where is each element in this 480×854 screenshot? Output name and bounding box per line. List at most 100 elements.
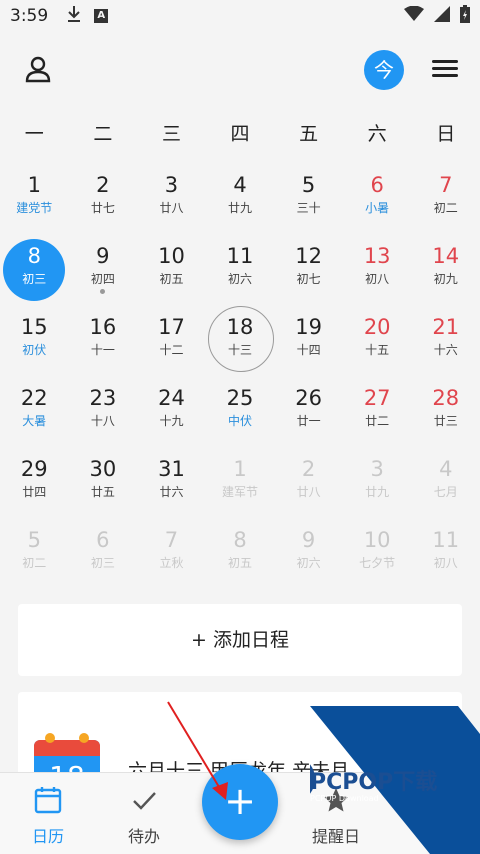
calendar-day-cell[interactable]: 4 廿九 <box>206 168 275 239</box>
calendar-day-cell[interactable]: 19 十四 <box>274 310 343 381</box>
download-icon <box>66 5 82 27</box>
lunar-label: 十九 <box>159 414 184 428</box>
lunar-label: 小暑 <box>365 201 390 215</box>
lunar-label: 初八 <box>365 272 390 286</box>
event-dot-icon <box>100 289 106 294</box>
lunar-label: 大暑 <box>22 414 47 428</box>
day-number: 31 <box>158 457 185 481</box>
calendar-day-cell[interactable]: 12 初七 <box>274 239 343 310</box>
lunar-label: 廿三 <box>433 414 458 428</box>
calendar-day-cell[interactable]: 28 廿三 <box>411 381 480 452</box>
calendar-day-cell[interactable]: 7 立秋 <box>137 523 206 594</box>
calendar-day-cell[interactable]: 29 廿四 <box>0 452 69 523</box>
nav-todo[interactable]: 待办 <box>104 785 184 847</box>
calendar-day-cell[interactable]: 18 十三 <box>206 306 275 381</box>
lunar-label: 廿九 <box>365 485 390 499</box>
nav-tools[interactable]: 工 <box>400 785 480 847</box>
lunar-label: 初三 <box>22 272 47 286</box>
calendar-day-cell[interactable]: 14 初九 <box>411 239 480 310</box>
calendar-day-cell[interactable]: 16 十一 <box>69 310 138 381</box>
lunar-label: 立秋 <box>159 556 184 570</box>
add-fab-button[interactable]: + <box>202 764 278 840</box>
calendar-day-cell[interactable]: 15 初伏 <box>0 310 69 381</box>
lunar-label: 十三 <box>228 343 253 357</box>
calendar-day-cell[interactable]: 5 三十 <box>274 168 343 239</box>
calendar-day-cell[interactable]: 11 初八 <box>411 523 480 594</box>
day-number: 7 <box>439 173 453 197</box>
battery-icon <box>460 5 470 27</box>
calendar-day-cell[interactable]: 21 十六 <box>411 310 480 381</box>
day-number: 8 <box>27 244 41 268</box>
calendar-day-cell[interactable]: 8 初三 <box>0 239 69 310</box>
day-number: 24 <box>158 386 185 410</box>
lunar-label: 初八 <box>433 556 458 570</box>
day-number: 20 <box>363 315 391 339</box>
calendar-day-cell[interactable]: 7 初二 <box>411 168 480 239</box>
day-number: 1 <box>27 173 41 197</box>
calendar-day-cell[interactable]: 6 初三 <box>69 523 138 594</box>
calendar-day-cell[interactable]: 10 七夕节 <box>343 523 412 594</box>
nav-reminder[interactable]: 提醒日 <box>296 785 376 847</box>
calendar-day-cell[interactable]: 31 廿六 <box>137 452 206 523</box>
nav-calendar-label: 日历 <box>31 827 64 846</box>
status-bar: 3:59 A <box>0 0 480 32</box>
calendar-day-cell[interactable]: 6 小暑 <box>343 168 412 239</box>
signal-icon <box>434 6 450 26</box>
calendar-day-cell[interactable]: 26 廿一 <box>274 381 343 452</box>
nav-tools-label: 工 <box>431 827 448 846</box>
calendar-day-cell[interactable]: 9 初四 <box>69 239 138 310</box>
calendar-grid: 1 建党节 2 廿七 3 廿八 4 廿九 5 三十 6 小暑 7 初二 8 初三 9 初四 10 初五 11 初六 12 初七… <box>0 168 480 594</box>
day-number: 3 <box>164 173 179 197</box>
lunar-label: 廿二 <box>365 414 390 428</box>
calendar-day-cell[interactable]: 11 初六 <box>206 239 275 310</box>
nav-calendar[interactable]: 日历 <box>8 785 88 847</box>
calendar-day-cell[interactable]: 10 初五 <box>137 239 206 310</box>
calendar-icon <box>34 787 62 814</box>
calendar-day-cell[interactable]: 22 大暑 <box>0 381 69 452</box>
nav-reminder-label: 提醒日 <box>311 827 360 846</box>
calendar-day-cell[interactable]: 17 十二 <box>137 310 206 381</box>
calendar-day-cell[interactable]: 3 廿九 <box>343 452 412 523</box>
calendar-day-cell[interactable]: 4 七月 <box>411 452 480 523</box>
today-button[interactable]: 今 <box>364 50 404 90</box>
status-time: 3:59 <box>10 6 49 26</box>
user-icon[interactable] <box>22 54 54 86</box>
lunar-label: 十八 <box>90 414 115 428</box>
calendar-day-cell[interactable]: 13 初八 <box>343 239 412 310</box>
lunar-label: 七月 <box>433 485 458 499</box>
calendar-day-cell[interactable]: 27 廿二 <box>343 381 412 452</box>
lunar-label: 初六 <box>296 556 321 570</box>
menu-icon[interactable] <box>432 56 462 84</box>
day-number: 4 <box>233 173 247 197</box>
day-number: 18 <box>226 315 254 339</box>
day-number: 2 <box>301 457 316 481</box>
calendar-day-cell[interactable]: 2 廿八 <box>274 452 343 523</box>
calendar-day-cell[interactable]: 23 十八 <box>69 381 138 452</box>
top-bar: 今 <box>0 32 480 108</box>
day-number: 7 <box>164 528 179 552</box>
day-number: 13 <box>363 244 391 268</box>
calendar-day-cell[interactable]: 30 廿五 <box>69 452 138 523</box>
calendar-week-row: 22 大暑 23 十八 24 十九 25 中伏 26 廿一 27 廿二 28 廿三 <box>0 381 480 452</box>
calendar-day-cell[interactable]: 1 建军节 <box>206 452 275 523</box>
day-number: 10 <box>158 244 185 268</box>
calendar-day-cell[interactable]: 9 初六 <box>274 523 343 594</box>
day-number: 11 <box>226 244 254 268</box>
weekday-header: 一 二 三 四 五 六 日 <box>0 112 480 156</box>
calendar-day-cell[interactable]: 8 初五 <box>206 523 275 594</box>
calendar-day-cell[interactable]: 5 初二 <box>0 523 69 594</box>
day-number: 5 <box>27 528 41 552</box>
day-number: 3 <box>370 457 384 481</box>
add-schedule-button[interactable]: + 添加日程 <box>18 604 462 676</box>
calendar-day-cell[interactable]: 1 建党节 <box>0 168 69 239</box>
day-number: 17 <box>158 315 185 339</box>
lunar-label: 建军节 <box>222 485 259 499</box>
calendar-day-cell[interactable]: 20 十五 <box>343 310 412 381</box>
calendar-day-cell[interactable]: 3 廿八 <box>137 168 206 239</box>
lunar-label: 建党节 <box>16 201 53 215</box>
calendar-day-cell[interactable]: 25 中伏 <box>206 381 275 452</box>
weekday-label: 日 <box>436 123 456 145</box>
day-number: 14 <box>432 244 460 268</box>
calendar-day-cell[interactable]: 2 廿七 <box>69 168 138 239</box>
calendar-day-cell[interactable]: 24 十九 <box>137 381 206 452</box>
